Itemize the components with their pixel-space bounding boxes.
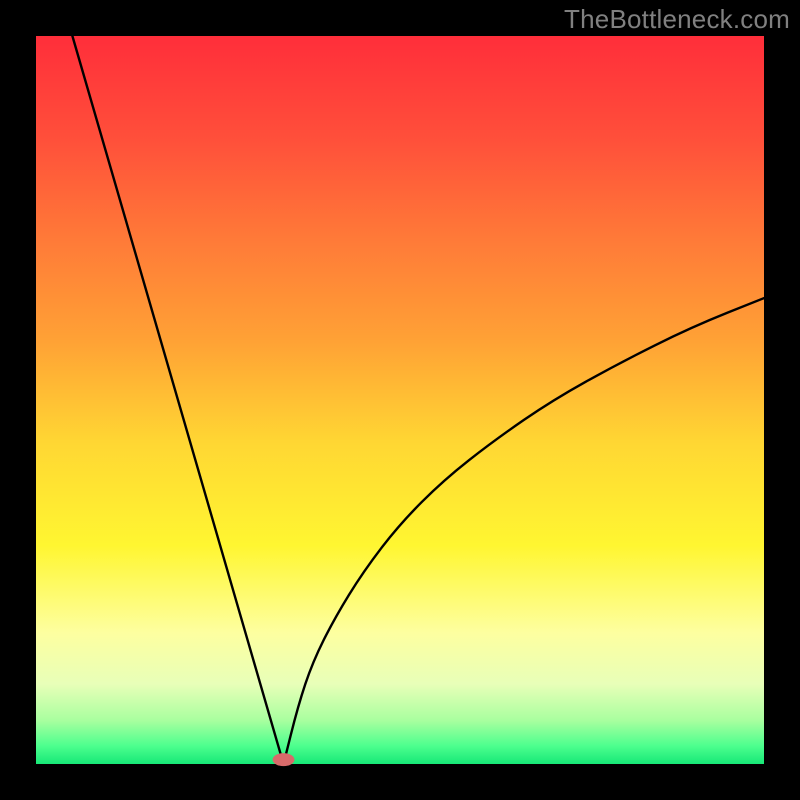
minimum-marker <box>273 753 295 766</box>
plot-background <box>36 36 764 764</box>
chart-frame: TheBottleneck.com <box>0 0 800 800</box>
watermark-text: TheBottleneck.com <box>564 4 790 35</box>
bottleneck-chart <box>0 0 800 800</box>
